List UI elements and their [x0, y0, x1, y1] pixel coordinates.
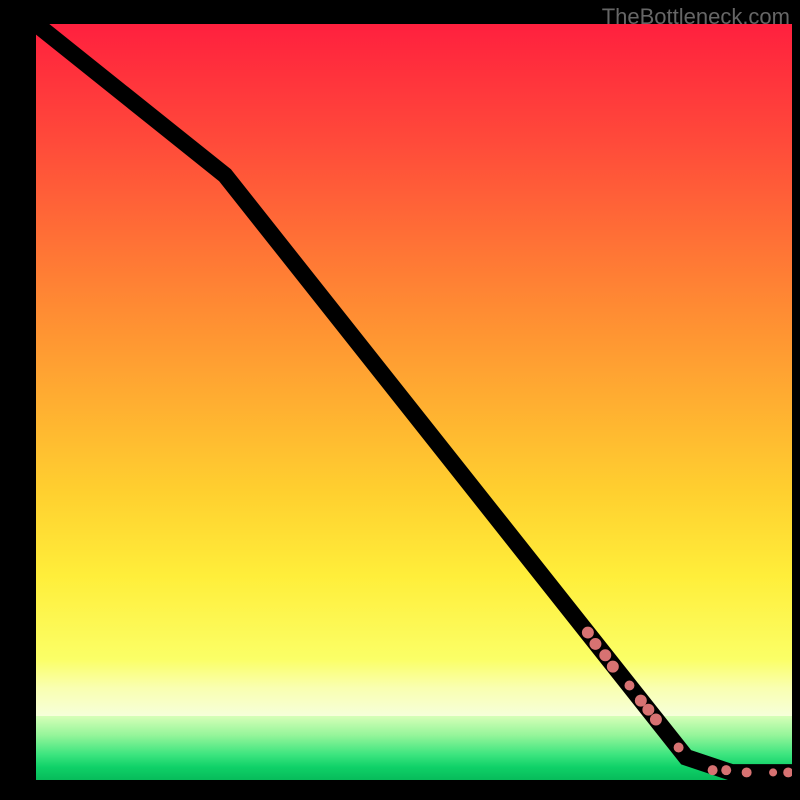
- scatter-dot: [721, 765, 731, 775]
- scatter-dot: [582, 627, 594, 639]
- watermark-text: TheBottleneck.com: [602, 4, 790, 30]
- scatter-dot: [624, 681, 634, 691]
- scatter-dot: [742, 767, 752, 777]
- scatter-dot: [674, 743, 684, 753]
- scatter-dot: [769, 768, 777, 776]
- scatter-dot: [708, 765, 718, 775]
- chart-container: [36, 24, 792, 780]
- scatter-dot: [607, 661, 619, 673]
- plot-area: [36, 24, 792, 780]
- scatter-dot: [642, 704, 654, 716]
- overlay-svg: [36, 24, 792, 780]
- scatter-dot: [599, 649, 611, 661]
- main-curve: [36, 24, 792, 772]
- scatter-dot: [650, 714, 662, 726]
- scatter-dot: [589, 638, 601, 650]
